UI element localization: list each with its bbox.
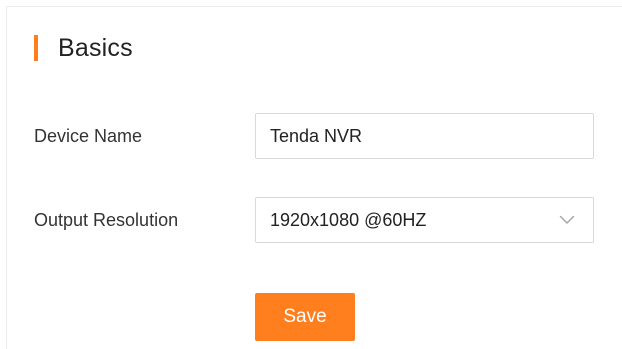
device-name-label: Device Name	[34, 126, 143, 146]
section-title: Basics	[58, 33, 133, 62]
basics-settings-panel: Basics Device Name Output Resolution 192…	[0, 0, 622, 349]
device-name-input[interactable]	[255, 113, 594, 159]
section-accent-bar	[34, 35, 38, 61]
output-resolution-select[interactable]: 1920x1080 @60HZ	[255, 197, 594, 243]
chevron-down-icon	[559, 215, 575, 225]
section-header: Basics	[34, 32, 133, 64]
panel-left-border	[6, 6, 7, 349]
output-resolution-selected-value: 1920x1080 @60HZ	[270, 209, 427, 230]
save-button[interactable]: Save	[255, 293, 355, 341]
panel-top-border	[6, 6, 622, 7]
output-resolution-label: Output Resolution	[34, 210, 179, 230]
